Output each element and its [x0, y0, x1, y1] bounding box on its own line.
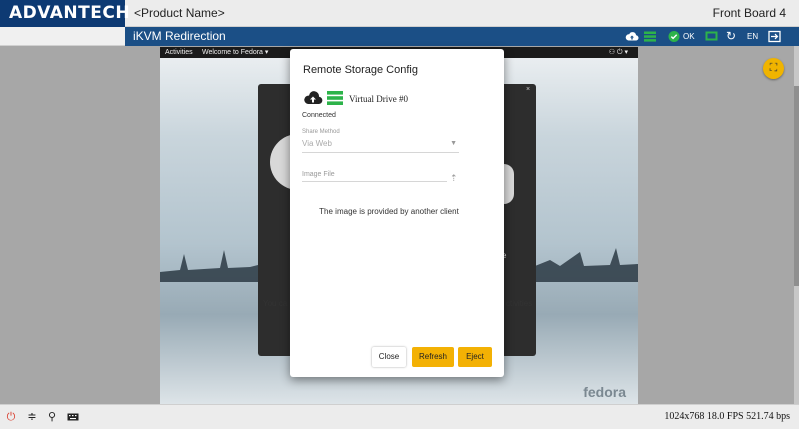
- refresh-icon[interactable]: ↻: [725, 30, 737, 43]
- remote-bg-text-right: ctivities: [506, 299, 533, 308]
- remote-storage-modal: Remote Storage Config Virtual Drive #0 C…: [290, 49, 504, 377]
- chevron-down-icon: ▼: [450, 140, 457, 147]
- top-header: ADVANTECH <Product Name> Front Board 4: [0, 0, 799, 27]
- refresh-button[interactable]: Refresh: [412, 347, 454, 367]
- remote-dialog-graphic-right: [504, 164, 514, 204]
- remote-bg-text-left: You ca: [263, 299, 288, 308]
- language-selector[interactable]: EN: [747, 30, 758, 43]
- ok-status-label: OK: [683, 32, 695, 41]
- power-icon[interactable]: ⏻: [5, 411, 17, 423]
- remote-system-icons: ⚇ ⏻ ▾: [608, 49, 628, 56]
- cloud-upload-icon[interactable]: [625, 30, 639, 43]
- page-title: iKVM Redirection: [133, 29, 226, 43]
- scrollbar-thumb[interactable]: [794, 86, 799, 286]
- screen-icon[interactable]: [705, 30, 718, 43]
- cloud-upload-icon: [304, 91, 323, 105]
- ok-check-icon[interactable]: [668, 30, 680, 43]
- modal-title: Remote Storage Config: [303, 64, 418, 76]
- share-method-select[interactable]: Via Web ▼: [302, 139, 459, 153]
- kvm-toolbar: iKVM Redirection OK ↻ EN: [125, 27, 799, 46]
- info-message: The image is provided by another client: [319, 207, 459, 216]
- bottom-toolbar: ⏻ ≑ ⚲ 1024x768 18.0 FPS 521.74 bps: [0, 404, 799, 429]
- drive-status-icon: [327, 91, 343, 105]
- share-method-label: Share Method: [302, 129, 340, 135]
- share-method-value: Via Web: [302, 139, 332, 148]
- remote-dialog-close-icon: ×: [526, 86, 531, 93]
- fullscreen-toggle-button[interactable]: ⛶: [763, 58, 784, 79]
- left-column-strip: [0, 27, 125, 46]
- connection-status: Connected: [302, 112, 336, 119]
- activities-label: Activities: [165, 49, 193, 56]
- storage-list-icon[interactable]: [644, 30, 656, 43]
- performance-stats: 1024x768 18.0 FPS 521.74 bps: [664, 411, 790, 422]
- page-scrollbar[interactable]: [794, 46, 799, 404]
- keyboard-icon[interactable]: [67, 411, 79, 423]
- virtual-drive-label: Virtual Drive #0: [349, 94, 408, 104]
- product-name: <Product Name>: [134, 6, 225, 20]
- upload-icon[interactable]: ⇡: [450, 173, 458, 184]
- eject-button[interactable]: Eject: [458, 347, 492, 367]
- settings-sliders-icon[interactable]: ≑: [26, 411, 38, 423]
- fedora-logo: fedora: [583, 384, 626, 400]
- close-button[interactable]: Close: [372, 347, 406, 367]
- board-name: Front Board 4: [712, 6, 786, 20]
- remote-app-menu: Welcome to Fedora ▾: [202, 49, 269, 56]
- image-file-field[interactable]: Image File: [302, 171, 447, 182]
- logout-icon[interactable]: [768, 30, 781, 43]
- mouse-icon[interactable]: ⚲: [46, 411, 58, 423]
- brand-logo: ADVANTECH: [0, 0, 130, 27]
